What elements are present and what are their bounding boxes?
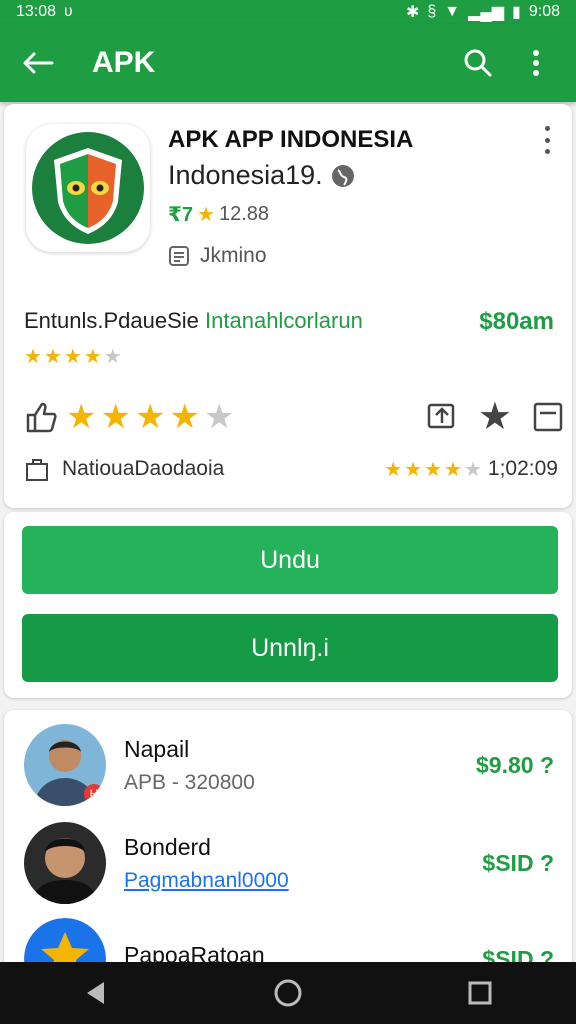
app-name: APK APP INDONESIA [168,126,414,153]
star-icon: ★ [444,458,462,481]
avatar [24,822,106,904]
star-icon: ★ [203,397,235,436]
star-icon: ★ [169,397,200,436]
nav-back-button[interactable] [76,973,116,1013]
small-star-rating: ★ ★ ★ ★ ★ [24,344,122,369]
more-vert-icon [533,50,539,76]
star-icon: ★ [404,458,423,481]
star-icon: ★ [463,458,482,481]
avatar: H [24,724,106,806]
meta-star-rating: ★ ★ ★ ★ ★ [384,457,482,482]
info-text-sie: Sie [167,308,199,333]
big-star-rating[interactable]: ★ ★ ★ ★ ★ [66,397,234,437]
info-price: $80am [479,308,554,335]
star-icon: ★ [424,458,443,481]
meta-label: NatiouaDaodaoia [62,457,225,480]
system-nav-bar [0,962,576,1024]
item-name: Bonderd [124,833,211,860]
square-recents-icon [468,981,492,1005]
back-button[interactable] [20,45,56,81]
category-label: Jkmino [200,244,267,267]
battery-time: 9:08 [528,3,560,20]
circle-home-icon [274,979,302,1007]
status-bar: 13:08 ʋ ✱ § ▼ ▂▄▆ ▮ 9:08 [0,0,576,24]
shield-owl-icon [32,132,144,244]
star-icon: ★ [43,346,62,368]
rating-value: 12.88 [218,203,270,225]
button-card: Undu Unnlŋ.i [4,512,572,698]
meta-value: 1;02:09 [487,457,558,480]
list-card: H Napail APB - 320800 $9.80 ? Bonderd Pa… [4,710,572,970]
star-icon: ★ [63,346,82,368]
rating-row: ₹7 ★ 12.88 [168,202,269,227]
secondary-button[interactable]: Unnlŋ.i [22,614,558,682]
meta-row: NatiouaDaodaoia ★ ★ ★ ★ ★ 1;02:09 [24,456,558,482]
arrow-left-icon [23,52,54,74]
search-icon [464,49,492,77]
list-item[interactable]: H Napail APB - 320800 $9.80 ? [24,724,554,806]
thumbs-up-icon [26,402,57,432]
clock: 13:08 [16,3,57,20]
list-item[interactable]: Bonderd Pagmabnanl0000 $SID ? [24,822,554,904]
triangle-back-icon [87,982,104,1004]
bag-icon [26,459,48,481]
favorite-star-icon[interactable]: ★ [478,394,512,439]
item-price: $SID ? [482,849,554,876]
signal-icon: ▂▄▆ [468,4,505,21]
more-options-button[interactable] [516,43,556,83]
star-icon: ★ [134,397,166,436]
app-icon[interactable] [26,124,150,252]
globe-icon [331,164,354,187]
rating-prefix: ₹7 [168,204,194,226]
search-button[interactable] [458,43,498,83]
developer-row[interactable]: Indonesia19. [168,160,355,191]
share-icon [427,403,455,428]
app-details-card: APK APP INDONESIA Indonesia19. ₹7 ★ 12.8… [4,104,572,508]
item-name: Napail [124,735,190,762]
status-mark: ʋ [64,3,73,20]
star-icon: ★ [100,397,131,436]
card-more-button[interactable] [542,126,552,154]
item-link[interactable]: Pagmabnanl0000 [124,869,482,893]
info-line: Entunls.PdaueSie Intanahlcorlarun $80am [24,308,554,336]
wifi-icon: ▼ [444,3,461,20]
star-icon: ★ [197,204,215,226]
nav-recents-button[interactable] [460,973,500,1013]
developer-name: Indonesia19. [168,160,323,190]
info-text: Entunls.Pdaue [24,308,168,333]
bookmark-icon [533,402,563,431]
nav-home-button[interactable] [268,973,308,1013]
badge-icon: H [84,784,104,804]
info-accent-text[interactable]: Intanahlcorlarun [205,308,363,333]
item-sub: APB - 320800 [124,770,255,794]
star-icon: ★ [66,397,97,436]
category-row[interactable]: Jkmino [168,244,267,268]
star-icon: ★ [24,346,42,368]
battery-icon: ▮ [512,4,521,21]
app-bar-title: APK [92,46,156,79]
document-icon [169,246,189,266]
action-row: ★ ★ ★ ★ ★ ★ [24,394,564,439]
item-price: $9.80 ? [476,751,554,778]
bluetooth-icon: ✱ [405,4,420,21]
star-icon: ★ [83,346,102,368]
download-button[interactable]: Undu [22,526,558,594]
vibrate-icon: § [427,3,437,20]
app-bar: APK [0,24,576,102]
star-icon: ★ [384,458,403,481]
star-icon: ★ [103,346,122,368]
